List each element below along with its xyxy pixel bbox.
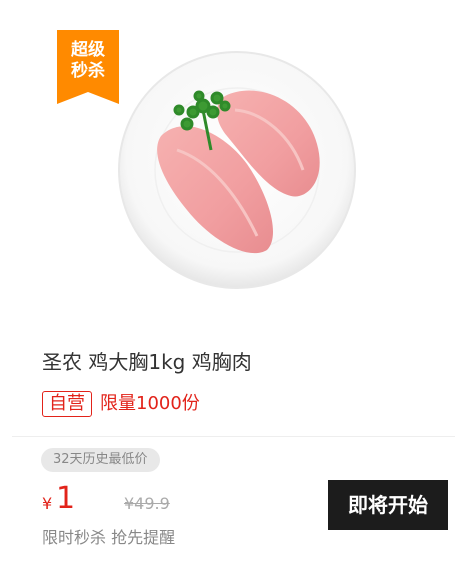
watermark: zhizhizhi.com <box>330 530 459 551</box>
flash-sale-remind-text: 限时秒杀 抢先提醒 <box>42 528 176 547</box>
flash-sale-badge: 超级 秒杀 <box>57 30 119 104</box>
badge-line-2: 秒杀 <box>71 61 105 81</box>
product-image[interactable] <box>107 40 367 300</box>
product-tags: 自营 限量1000份 <box>42 390 200 418</box>
currency-symbol: ¥ <box>42 494 53 513</box>
badge-line-1: 超级 <box>71 40 105 60</box>
history-low-badge: 32天历史最低价 <box>41 448 160 472</box>
badge-text: 超级 秒杀 <box>57 40 119 82</box>
divider <box>12 436 455 437</box>
product-card[interactable]: 超级 秒杀 圣农 鸡大胸1kg 鸡胸肉 自营 限量1000份 32天历史最低价 … <box>12 0 459 577</box>
limit-quantity-text: 限量1000份 <box>100 393 200 414</box>
price-value: 1 <box>56 481 76 516</box>
product-title[interactable]: 圣农 鸡大胸1kg 鸡胸肉 <box>42 346 252 375</box>
coming-soon-button[interactable]: 即将开始 <box>328 480 448 530</box>
self-operated-tag: 自营 <box>42 391 92 417</box>
original-price: ¥49.9 <box>124 494 170 513</box>
